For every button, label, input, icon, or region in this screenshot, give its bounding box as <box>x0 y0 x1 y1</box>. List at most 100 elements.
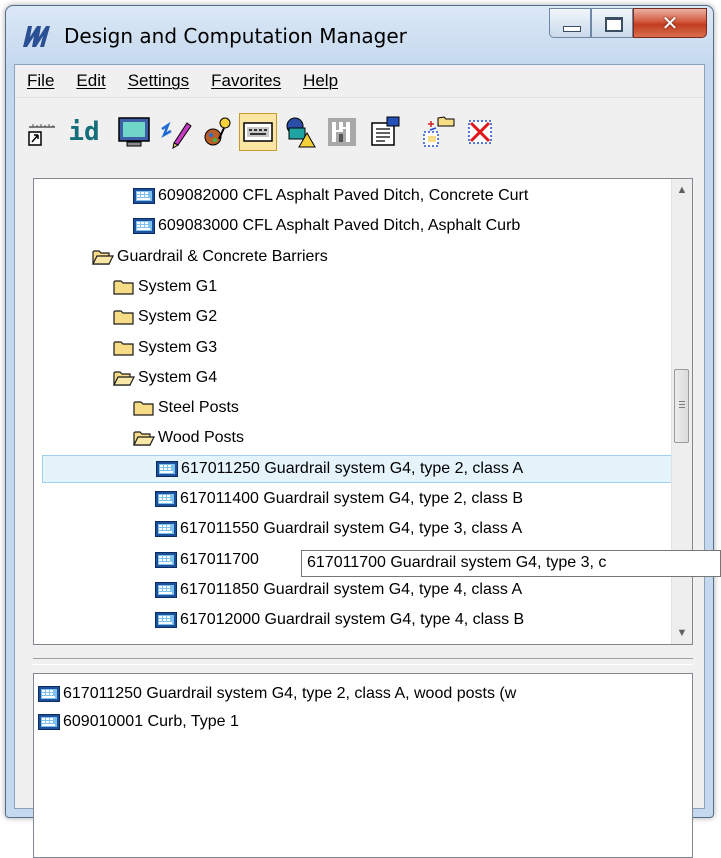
app-logo-icon <box>23 26 50 47</box>
tree-item[interactable]: 617011850 Guardrail system G4, type 4, c… <box>155 576 522 604</box>
properties-icon <box>371 116 400 146</box>
minimize-button[interactable] <box>549 8 591 38</box>
selected-items-list[interactable]: 617011250 Guardrail system G4, type 2, c… <box>33 673 693 858</box>
tree-folder[interactable]: System G1 <box>113 273 217 301</box>
compute-button[interactable] <box>323 113 361 151</box>
app-window: Design and Computation Manager ✕ File Ed… <box>5 5 714 858</box>
tree-item-label: System G1 <box>138 277 218 295</box>
list-item[interactable]: 617011250 Guardrail system G4, type 2, c… <box>38 680 516 708</box>
menu-edit[interactable]: Edit <box>76 71 105 91</box>
draw-tool-icon <box>161 121 192 149</box>
toolbar: id <box>15 99 704 165</box>
id-icon: id <box>68 117 100 147</box>
palette-icon <box>204 117 231 146</box>
tree-item-label: 617012000 Guardrail system G4, type 4, c… <box>180 611 525 629</box>
tree-item-label: System G4 <box>138 368 218 386</box>
palette-button[interactable] <box>199 113 237 151</box>
list-item-label: 617011250 Guardrail system G4, type 2, c… <box>63 685 517 702</box>
menu-bar: File Edit Settings Favorites Help <box>15 65 704 98</box>
menu-file[interactable]: File <box>27 71 54 91</box>
id-button[interactable]: id <box>65 113 103 151</box>
delete-icon <box>468 120 492 144</box>
tree-item[interactable]: 617011700 <box>155 546 259 574</box>
pay-item-icon <box>155 581 177 599</box>
close-button[interactable]: ✕ <box>633 8 707 38</box>
tree-item[interactable]: 617011250 Guardrail system G4, type 2, c… <box>42 454 672 483</box>
tree-folder[interactable]: Wood Posts <box>133 424 244 452</box>
pay-item-icon <box>155 611 177 629</box>
caption-buttons: ✕ <box>549 8 707 38</box>
tree-folder[interactable]: System G2 <box>113 303 217 331</box>
draw-tool-button[interactable] <box>157 113 195 151</box>
pay-item-icon <box>155 490 177 508</box>
list-item[interactable]: 609010001 Curb, Type 1 <box>38 708 239 736</box>
folder-open-icon <box>133 429 155 447</box>
folder-icon <box>133 399 155 417</box>
monitor-button[interactable] <box>115 113 153 151</box>
compute-icon <box>328 118 356 146</box>
tree-folder[interactable]: System G4 <box>113 364 217 392</box>
add-item-button[interactable] <box>419 113 457 151</box>
tree-item-label: Guardrail & Concrete Barriers <box>117 247 328 265</box>
pay-item-icon <box>155 551 177 569</box>
shapes-icon <box>286 117 316 148</box>
tree-item[interactable]: 609082000 CFL Asphalt Paved Ditch, Concr… <box>133 182 528 210</box>
place-cell-button[interactable] <box>23 113 61 151</box>
menu-help[interactable]: Help <box>303 71 338 91</box>
add-item-icon <box>423 116 455 147</box>
keyboard-button[interactable] <box>239 113 277 151</box>
pay-item-icon <box>155 520 177 538</box>
pay-item-icon <box>38 685 60 703</box>
tree-item-label: 617011400 Guardrail system G4, type 2, c… <box>180 490 523 507</box>
tree-item-label: 609082000 CFL Asphalt Paved Ditch, Concr… <box>158 187 529 204</box>
tree-folder[interactable]: Guardrail & Concrete Barriers <box>92 243 328 271</box>
tree-item-label: 617011250 Guardrail system G4, type 2, c… <box>181 459 524 477</box>
maximize-button[interactable] <box>591 8 633 38</box>
folder-icon <box>113 308 135 326</box>
tree-folder[interactable]: System G3 <box>113 334 217 362</box>
pay-item-icon <box>133 187 155 205</box>
scroll-up-icon: ▲ <box>676 184 688 196</box>
panel-splitter[interactable] <box>33 658 693 665</box>
tree-item-label: Steel Posts <box>158 399 239 417</box>
delete-button[interactable] <box>461 113 499 151</box>
minimize-icon <box>563 26 581 32</box>
monitor-icon <box>118 117 150 147</box>
maximize-icon <box>605 17 623 32</box>
pay-item-icon <box>156 460 178 478</box>
tree-item-label: 609083000 CFL Asphalt Paved Ditch, Aspha… <box>158 217 521 235</box>
client-area: File Edit Settings Favorites Help id 617… <box>14 64 705 858</box>
window-title: Design and Computation Manager <box>64 24 407 48</box>
scroll-down-icon: ▼ <box>676 627 688 639</box>
close-icon: ✕ <box>661 11 679 35</box>
place-cell-icon <box>28 124 55 146</box>
tree-item-label: Wood Posts <box>158 429 244 447</box>
list-item-label: 609010001 Curb, Type 1 <box>63 713 239 730</box>
scroll-down-button[interactable]: ▼ <box>672 622 692 644</box>
tree-item-label: 617011700 <box>180 550 259 568</box>
tree-item[interactable]: 617012000 Guardrail system G4, type 4, c… <box>155 606 524 634</box>
keyboard-icon <box>243 122 273 142</box>
shapes-button[interactable] <box>281 113 319 151</box>
tree-item[interactable]: 609083000 CFL Asphalt Paved Ditch, Aspha… <box>133 212 520 240</box>
scroll-up-button[interactable]: ▲ <box>672 179 692 201</box>
menu-favorites[interactable]: Favorites <box>211 71 281 91</box>
pay-item-icon <box>38 713 60 731</box>
folder-icon <box>113 339 135 357</box>
tree-item[interactable]: 617011550 Guardrail system G4, type 3, c… <box>155 515 522 543</box>
folder-open-icon <box>113 369 135 387</box>
title-bar[interactable]: Design and Computation Manager ✕ <box>6 6 713 64</box>
folder-icon <box>113 278 135 296</box>
folder-open-icon <box>92 248 114 266</box>
tree-item-label: 617011550 Guardrail system G4, type 3, c… <box>180 520 523 538</box>
tree-item-label: 617011850 Guardrail system G4, type 4, c… <box>180 580 523 598</box>
tree-item-tooltip: 617011700 Guardrail system G4, type 3, c <box>301 550 721 577</box>
menu-settings[interactable]: Settings <box>128 71 189 91</box>
scroll-thumb[interactable] <box>674 369 689 443</box>
tree-folder[interactable]: Steel Posts <box>133 394 239 422</box>
properties-button[interactable] <box>365 113 403 151</box>
tree-item[interactable]: 617011400 Guardrail system G4, type 2, c… <box>155 485 523 513</box>
tree-item-label: System G2 <box>138 308 218 326</box>
tree-item-label: System G3 <box>138 338 218 356</box>
pay-item-icon <box>133 217 155 235</box>
